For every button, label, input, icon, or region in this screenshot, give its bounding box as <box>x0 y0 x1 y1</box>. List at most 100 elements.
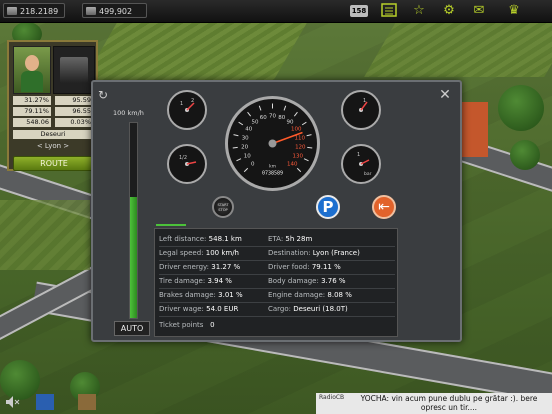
speedometer-tick-label: 140 <box>287 161 298 167</box>
info-row-legal-speed: Legal speed: 100 km/h <box>159 249 239 257</box>
speedometer-tick-label: 130 <box>292 154 303 160</box>
speed-slider-fill <box>130 197 137 318</box>
gauge-tick: bar <box>364 171 372 177</box>
condition-stat: 96.55 <box>55 107 93 116</box>
speedometer-tick-mark <box>238 121 244 126</box>
speedometer-tick-mark <box>283 105 287 111</box>
farm-field <box>364 22 552 77</box>
odometer: 0738589 <box>262 171 283 177</box>
crown-icon[interactable]: ♛ <box>505 3 523 19</box>
speedometer-tick-label: 50 <box>252 120 259 126</box>
trip-info-panel: Left distance: 548.1 km ETA: 5h 28m Lega… <box>154 228 398 337</box>
food-stat: 79.11% <box>13 107 51 116</box>
auto-button[interactable]: AUTO <box>114 321 150 336</box>
speedometer-tick-label: 30 <box>242 135 249 141</box>
cash-icon <box>86 7 96 15</box>
divider <box>159 316 395 317</box>
info-row-destination: Destination: Lyon (France) <box>268 249 360 257</box>
speedometer-tick-mark <box>258 105 262 111</box>
info-row-cargo: Cargo: Deseuri (18.0T) <box>268 305 348 313</box>
energy-stat: 31.27% <box>13 96 51 105</box>
speedometer-tick-mark <box>307 146 313 149</box>
pressure-gauge: 1 bar <box>341 144 381 184</box>
speedometer: 0 10 20 30 40 50 60 70 80 90 100 110 120 130 140 km 0738… <box>225 96 320 191</box>
farm-field <box>0 200 90 270</box>
chat-panel[interactable]: RadioCB YOCHA: vin acum pune dublu pe gr… <box>316 393 552 414</box>
gauge-tick: 2 <box>191 98 194 104</box>
truck-picture[interactable] <box>53 46 95 94</box>
parking-button[interactable]: P <box>316 195 340 219</box>
tree <box>498 85 544 131</box>
gauge-tick: 1 <box>363 98 366 104</box>
bank-icon <box>7 7 17 15</box>
truck-dashboard-dialog: ↻ ✕ 100 km/h AUTO 12 1/2 0 10 20 30 40 50 60 70… <box>91 80 462 342</box>
speedometer-tick-label: 40 <box>245 127 252 133</box>
driver-body <box>21 71 43 92</box>
speedometer-tick-label: 90 <box>286 120 293 126</box>
damage-stat: 0.03% <box>55 118 93 127</box>
speed-slider[interactable] <box>129 122 138 319</box>
route-button[interactable]: ROUTE <box>13 156 95 171</box>
refresh-icon[interactable]: ↻ <box>98 89 110 101</box>
info-row-tire-damage: Tire damage: 3.94 % <box>159 277 232 285</box>
temperature-gauge: 1 <box>341 90 381 130</box>
cash-stat: 499,902 <box>82 3 147 18</box>
speedometer-tick-label: 60 <box>260 115 267 121</box>
info-row-driver-energy: Driver energy: 31.27 % <box>159 263 241 271</box>
money-value: 218.2189 <box>20 7 59 16</box>
exit-arrow-button[interactable]: ⇤ <box>372 195 396 219</box>
speed-limit-label: 100 km/h <box>113 109 144 117</box>
info-row-body-damage: Body damage: 3.76 % <box>268 277 346 285</box>
mail-icon[interactable]: ✉ <box>470 3 488 19</box>
sound-icon[interactable] <box>4 394 20 410</box>
speedometer-tick-mark <box>233 134 239 137</box>
distance-stat: 548.06 <box>13 118 51 127</box>
gear-icon[interactable]: ⚙ <box>440 3 458 19</box>
gauge-tick: 1 <box>180 101 183 107</box>
cash-value: 499,902 <box>99 7 133 16</box>
speedometer-tick-label: 10 <box>244 154 251 160</box>
truck-icon <box>60 57 88 83</box>
fuel-gauge: 1/2 <box>167 144 207 184</box>
chat-message: YOCHA: vin acum pune dublu pe grătar :).… <box>360 394 538 412</box>
close-icon[interactable]: ✕ <box>438 88 452 102</box>
money-stat: 218.2189 <box>3 3 65 18</box>
driver-avatar[interactable] <box>13 46 51 94</box>
chat-icon[interactable] <box>78 394 96 410</box>
speedometer-tick-label: 70 <box>269 114 276 120</box>
speedometer-tick-label: 120 <box>295 145 306 151</box>
speedometer-tick-mark <box>296 167 302 173</box>
info-row-left-distance: Left distance: 548.1 km <box>159 235 242 243</box>
info-icon[interactable] <box>36 394 54 410</box>
speedometer-tick-label: 80 <box>278 115 285 121</box>
tree <box>510 140 540 170</box>
top-bar: 218.2189 499,902 158 ☆ ⚙ ✉ ♛ <box>0 0 552 23</box>
fuel-stat: 95.59 <box>55 96 93 105</box>
info-row-driver-food: Driver food: 79.11 % <box>268 263 341 271</box>
speedometer-unit: km <box>269 164 276 170</box>
chat-channel: RadioCB <box>319 394 345 401</box>
farm-field <box>82 22 308 82</box>
progress-indicator <box>156 224 186 226</box>
gauge-tick: 1/2 <box>179 155 187 161</box>
building <box>462 102 488 157</box>
speedometer-tick-mark <box>243 167 249 173</box>
level-badge[interactable]: 158 <box>350 5 368 17</box>
oil-gauge: 12 <box>167 90 207 130</box>
destination-selector[interactable]: < Lyon > <box>13 142 93 152</box>
speedometer-tick-label: 100 <box>291 127 302 133</box>
info-row-eta: ETA: 5h 28m <box>268 235 313 243</box>
info-row-driver-wage: Driver wage: 54.0 EUR <box>159 305 239 313</box>
speedometer-tick-mark <box>306 134 312 137</box>
info-row-engine-damage: Engine damage: 8.08 % <box>268 291 352 299</box>
speedometer-tick-mark <box>303 158 309 162</box>
speedometer-tick-label: 20 <box>241 145 248 151</box>
list-icon[interactable] <box>380 3 398 19</box>
speedometer-tick-mark <box>247 111 252 117</box>
star-icon[interactable]: ☆ <box>410 3 428 19</box>
driver-face <box>25 55 39 71</box>
speedometer-tick-mark <box>293 111 298 117</box>
driver-card[interactable]: 31.27% 95.59 79.11% 96.55 548.06 0.03% D… <box>7 40 98 171</box>
gauge-tick: 1 <box>357 152 360 158</box>
start-stop-button[interactable]: START STOP <box>212 196 234 218</box>
